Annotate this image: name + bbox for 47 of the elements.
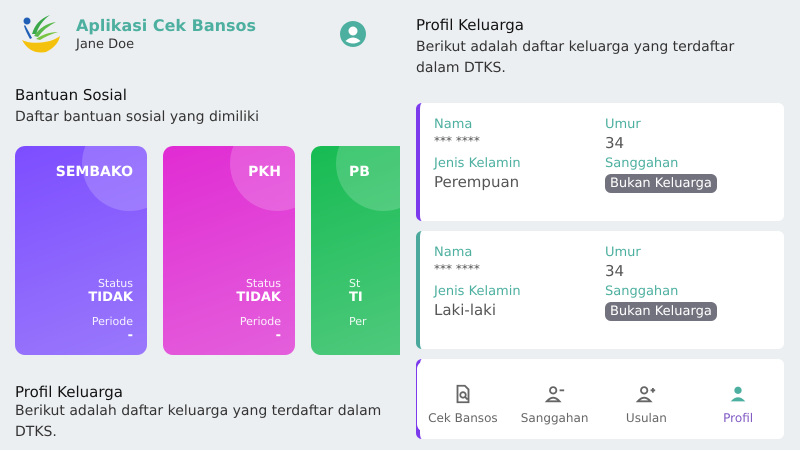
user-name: Jane Doe bbox=[76, 37, 136, 52]
section-title: Bantuan Sosial bbox=[15, 86, 128, 104]
field-value: *** **** bbox=[434, 262, 480, 276]
field-label: Sanggahan bbox=[605, 156, 678, 171]
section-description: Berikut adalah daftar keluarga yang terdaftar dalam DTKS. bbox=[15, 402, 382, 442]
field-value: *** **** bbox=[434, 134, 480, 148]
period-label: Per bbox=[349, 315, 367, 328]
period-label: Periode bbox=[92, 315, 133, 328]
field-label: Nama bbox=[434, 245, 472, 260]
field-label: Sanggahan bbox=[605, 284, 678, 299]
status-label: St bbox=[349, 277, 360, 290]
nav-tab[interactable]: Usulan bbox=[600, 383, 692, 425]
page-description: Berikut adalah daftar keluarga yang terdaftar dalam DTKS. bbox=[416, 38, 736, 78]
nav-tab[interactable]: Profil bbox=[692, 383, 784, 425]
user-plus-icon bbox=[635, 383, 658, 405]
account-icon[interactable] bbox=[339, 20, 367, 48]
field-label: Nama bbox=[434, 117, 472, 132]
period-value: - bbox=[128, 328, 133, 343]
field-value: Perempuan bbox=[434, 173, 520, 191]
user-minus-icon bbox=[544, 383, 566, 405]
section-description: Daftar bantuan sosial yang dimiliki bbox=[15, 108, 260, 127]
aid-card[interactable]: SEMBAKO Status TIDAK Periode - bbox=[15, 146, 147, 355]
field-value: 34 bbox=[605, 134, 624, 152]
period-label: Periode bbox=[240, 315, 281, 328]
app-title: Aplikasi Cek Bansos bbox=[76, 16, 258, 35]
status-label: Status bbox=[246, 277, 281, 290]
field-label: Jenis Kelamin bbox=[434, 284, 521, 299]
status-tag: Bukan Keluarga bbox=[605, 174, 717, 193]
page-title: Profil Keluarga bbox=[416, 16, 525, 34]
status-value: TI bbox=[349, 290, 363, 305]
aid-card[interactable]: PKH Status TIDAK Periode - bbox=[163, 146, 295, 355]
field-value: Laki-laki bbox=[434, 301, 496, 319]
field-value: 34 bbox=[605, 262, 624, 280]
period-value: - bbox=[276, 328, 281, 343]
nav-tab[interactable]: Sanggahan bbox=[508, 383, 600, 425]
status-label: Status bbox=[98, 277, 133, 290]
field-label: Jenis Kelamin bbox=[434, 156, 521, 171]
status-value: TIDAK bbox=[236, 290, 281, 305]
aid-name: PKH bbox=[248, 164, 281, 180]
status-value: TIDAK bbox=[88, 290, 133, 305]
status-tag: Bukan Keluarga bbox=[605, 302, 717, 321]
field-label: Umur bbox=[605, 245, 641, 260]
nav-tab[interactable]: Cek Bansos bbox=[417, 383, 509, 425]
section-title: Profil Keluarga bbox=[15, 383, 124, 401]
aid-name: PB bbox=[349, 164, 370, 180]
field-label: Umur bbox=[605, 117, 641, 132]
aid-name: SEMBAKO bbox=[56, 164, 133, 180]
